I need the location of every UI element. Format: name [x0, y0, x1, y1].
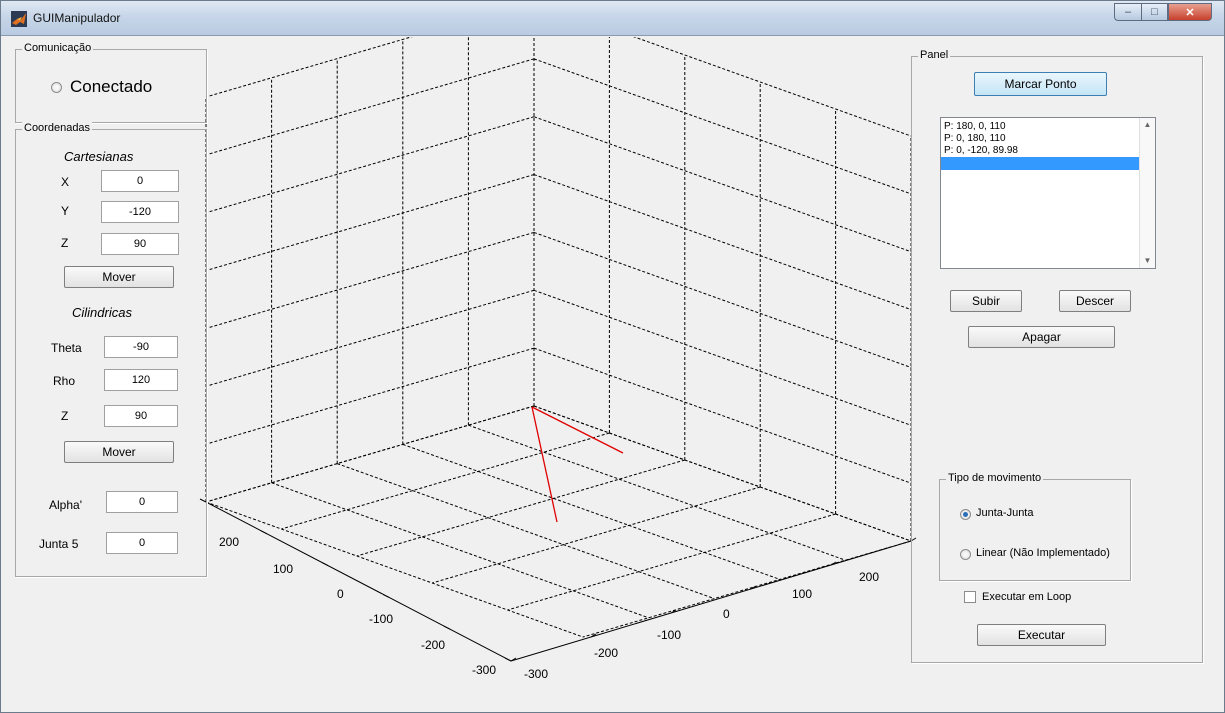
mover-cartesianas-button[interactable]: Mover [64, 266, 174, 288]
theta-label: Theta [51, 341, 82, 355]
panel-title: Panel [918, 49, 951, 61]
figure-client-area: 200 100 0 -100 -200 -300 -300 -200 -100 0 100 200 C… [6, 37, 1219, 707]
y-tick-label: 0 [723, 607, 730, 621]
close-icon: ✕ [1185, 6, 1195, 19]
scroll-down-icon[interactable]: ▼ [1140, 254, 1155, 268]
comunicacao-group: Comunicação Conectado [15, 42, 207, 123]
loop-label: Executar em Loop [982, 591, 1072, 603]
descer-button[interactable]: Descer [1059, 290, 1131, 312]
junta-junta-label: Junta-Junta [976, 507, 1034, 519]
comunicacao-title: Comunicação [22, 42, 94, 54]
coordenadas-group: Coordenadas Cartesianas X Y Z Mover Cili… [15, 122, 207, 577]
alpha-label: Alpha' [49, 498, 82, 512]
maximize-icon: □ [1151, 6, 1158, 18]
rho-label: Rho [53, 374, 76, 388]
z-label: Z [61, 236, 69, 250]
points-listbox[interactable]: P: 180, 0, 110 P: 0, 180, 110 P: 0, -120, … [940, 117, 1156, 269]
y-tick-label: -200 [594, 646, 618, 660]
mover-cilindricas-button[interactable]: Mover [64, 441, 174, 463]
x-label: X [61, 175, 70, 189]
plot-grid [205, 37, 912, 638]
rho-input[interactable] [104, 369, 178, 391]
tipo-movimento-title: Tipo de movimento [946, 472, 1044, 484]
list-item[interactable] [941, 157, 1155, 170]
tipo-movimento-group: Tipo de movimento Junta-Junta Linear (Nã… [939, 472, 1131, 581]
y-tick-label: 100 [792, 587, 812, 601]
scroll-up-icon[interactable]: ▲ [1140, 118, 1155, 132]
subir-button[interactable]: Subir [950, 290, 1022, 312]
y-input[interactable] [101, 201, 179, 223]
listbox-scrollbar[interactable]: ▲ ▼ [1139, 118, 1155, 268]
tick-labels: 200 100 0 -100 -200 -300 -300 -200 -100 0 100 200 [219, 535, 879, 681]
executar-button[interactable]: Executar [977, 624, 1106, 646]
y-tick-label: -100 [657, 628, 681, 642]
marcar-ponto-button[interactable]: Marcar Ponto [974, 72, 1107, 96]
matlab-icon [11, 11, 27, 27]
main-window: GUIManipulador – □ ✕ 200 100 0 -100 -200 -300… [0, 0, 1225, 713]
list-item[interactable]: P: 0, 180, 110 [941, 133, 1155, 145]
x-tick-label: -300 [472, 663, 496, 677]
radio-linear[interactable] [960, 549, 971, 560]
linear-label: Linear (Não Implementado) [976, 547, 1110, 559]
panel-group: Panel Marcar Ponto P: 180, 0, 110 P: 0, 1… [911, 49, 1203, 663]
x-tick-label: -200 [421, 638, 445, 652]
apagar-button[interactable]: Apagar [968, 326, 1115, 348]
list-item[interactable]: P: 0, -120, 89.98 [941, 145, 1155, 157]
title-bar[interactable]: GUIManipulador – □ ✕ [1, 1, 1224, 36]
y-tick-label: 200 [859, 570, 879, 584]
y-label: Y [61, 204, 70, 218]
cilindricas-heading: Cilindricas [72, 305, 132, 320]
y-tick-label: -300 [524, 667, 548, 681]
x-tick-label: -100 [369, 612, 393, 626]
junta5-input[interactable] [106, 532, 178, 554]
coordenadas-title: Coordenadas [22, 122, 93, 134]
connection-status: Conectado [70, 77, 153, 96]
points-list: P: 180, 0, 110 P: 0, 180, 110 P: 0, -120, … [941, 118, 1155, 170]
minimize-button[interactable]: – [1114, 3, 1141, 21]
x-tick-label: 100 [273, 562, 293, 576]
z-cil-label: Z [61, 409, 69, 423]
radio-junta-junta[interactable] [960, 509, 971, 520]
junta5-label: Junta 5 [39, 537, 79, 551]
plot-axis-lines [199, 498, 917, 662]
cartesianas-heading: Cartesianas [64, 149, 134, 164]
x-tick-label: 0 [337, 587, 344, 601]
connection-indicator [51, 82, 62, 93]
window-title: GUIManipulador [33, 11, 121, 25]
robot-link-1 [531, 406, 558, 523]
alpha-input[interactable] [106, 491, 178, 513]
x-tick-label: 200 [219, 535, 239, 549]
window-controls: – □ ✕ [1114, 3, 1212, 23]
x-input[interactable] [101, 170, 179, 192]
close-button[interactable]: ✕ [1168, 3, 1212, 21]
loop-checkbox[interactable] [964, 591, 976, 603]
z-input[interactable] [101, 233, 179, 255]
z-cil-input[interactable] [104, 405, 178, 427]
list-item[interactable]: P: 180, 0, 110 [941, 121, 1155, 133]
theta-input[interactable] [104, 336, 178, 358]
maximize-button[interactable]: □ [1141, 3, 1168, 21]
minimize-icon: – [1124, 6, 1132, 18]
